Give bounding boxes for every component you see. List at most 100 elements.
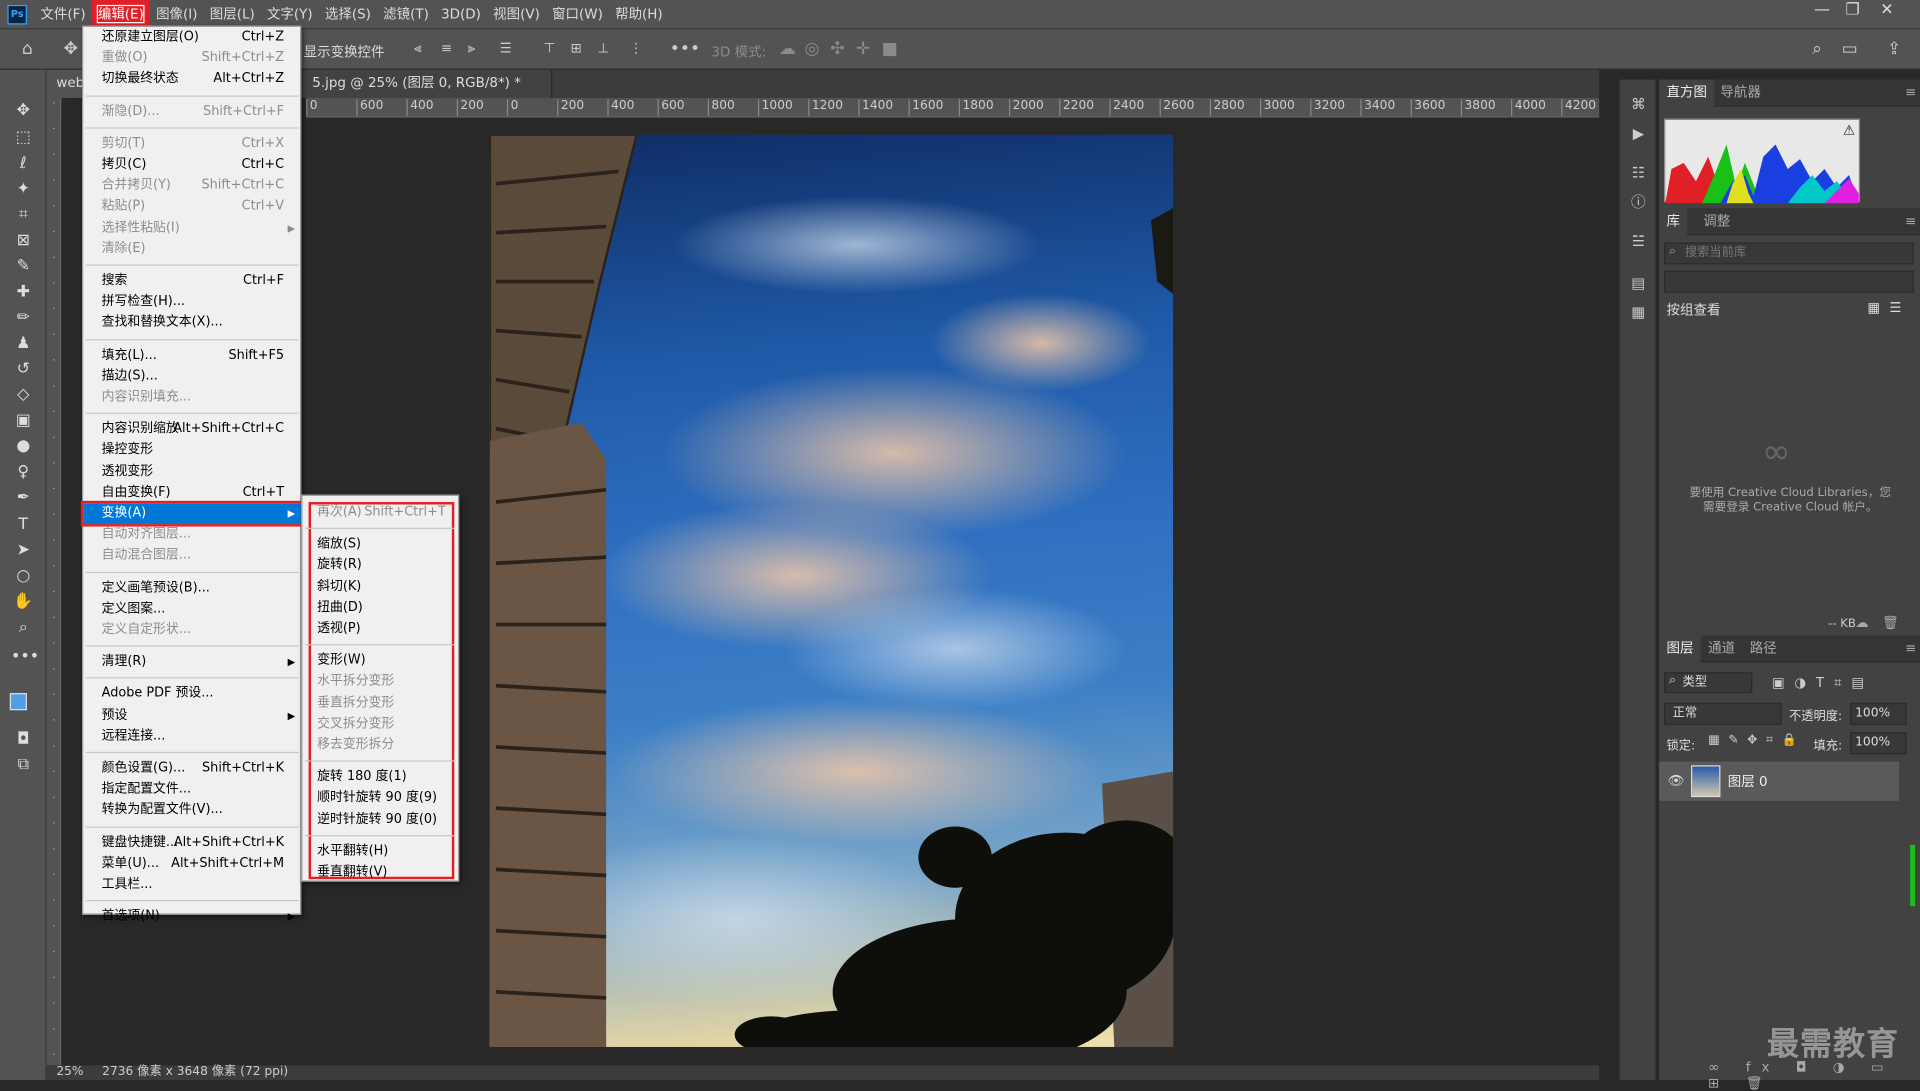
dodge-tool-icon[interactable]: ♀ xyxy=(11,460,35,484)
menu-select[interactable]: 选择(S) xyxy=(319,0,377,28)
align-bottom-icon[interactable]: ⊥ xyxy=(598,38,610,60)
zoom-tool-icon[interactable]: ⌕ xyxy=(11,616,35,640)
layer-row[interactable]: 👁 图层 0 xyxy=(1659,761,1900,801)
3d-pan-icon[interactable]: ✣ xyxy=(830,38,844,60)
share-icon[interactable]: ⇪ xyxy=(1887,38,1901,60)
maximize-button[interactable]: ❐ xyxy=(1837,0,1869,24)
screen-mode-icon[interactable]: ⧉ xyxy=(11,753,35,777)
notes-icon[interactable]: ▦ xyxy=(1629,302,1649,322)
menu-item[interactable]: 扭曲(D) xyxy=(302,597,458,618)
library-select[interactable] xyxy=(1664,270,1914,293)
menu-item[interactable]: 菜单(U)... Alt+Shift+Ctrl+M xyxy=(83,853,301,874)
3d-camera-icon[interactable]: ■ xyxy=(882,38,898,60)
menu-edit[interactable]: 编辑(E) xyxy=(91,0,150,29)
menu-item[interactable]: 透视(P) xyxy=(302,618,458,639)
menu-item[interactable]: 旋转(R) xyxy=(302,555,458,576)
menu-item[interactable]: 缩放(S) xyxy=(302,534,458,555)
menu-layer[interactable]: 图层(L) xyxy=(204,0,261,28)
hand-tool-icon[interactable]: ✋ xyxy=(11,590,35,614)
menu-item[interactable]: 工具栏... xyxy=(83,874,301,895)
gradient-icon[interactable]: ▣ xyxy=(11,409,35,433)
distribute-vertical-icon[interactable]: ⋮ xyxy=(629,38,642,60)
grid-view-icon[interactable]: ▦ xyxy=(1867,300,1880,316)
menu-item[interactable]: 变换(A) ▶ xyxy=(80,500,304,527)
menu-item[interactable]: Adobe PDF 预设... xyxy=(83,684,301,705)
menu-view[interactable]: 视图(V) xyxy=(487,0,546,28)
visibility-eye-icon[interactable]: 👁 xyxy=(1668,773,1685,789)
layer-filter-select[interactable]: 类型 xyxy=(1664,672,1753,694)
menu-item[interactable]: 键盘快捷键... Alt+Shift+Ctrl+K xyxy=(83,832,301,853)
search-icon[interactable]: ⌕ xyxy=(1812,38,1822,60)
panel-menu-icon[interactable]: ≡ xyxy=(1905,84,1916,100)
menu-item[interactable]: 查找和替换文本(X)... xyxy=(83,313,301,334)
menu-item[interactable]: 旋转 180 度(1) xyxy=(302,767,458,788)
show-transform-controls-label[interactable]: 显示变换控件 xyxy=(304,42,385,62)
eyedropper-icon[interactable]: ✎ xyxy=(11,255,35,279)
blur-tool-icon[interactable]: ● xyxy=(11,435,35,459)
align-middle-icon[interactable]: ⊞ xyxy=(571,38,582,60)
tab-adjustments[interactable]: 调整 xyxy=(1696,208,1738,235)
menu-item[interactable]: 指定配置文件... xyxy=(83,779,301,800)
menu-item[interactable]: 描边(S)... xyxy=(83,366,301,387)
3d-slide-icon[interactable]: ✛ xyxy=(856,38,870,60)
menu-item[interactable]: 首选项(N) ▶ xyxy=(83,906,301,927)
zoom-level[interactable]: 25% xyxy=(56,1065,83,1078)
history-icon[interactable]: ⌘ xyxy=(1629,94,1649,114)
menu-item[interactable]: 变形(W) xyxy=(302,650,458,671)
close-window-button[interactable]: ✕ xyxy=(1871,0,1903,24)
pen-tool-icon[interactable]: ✒ xyxy=(11,486,35,510)
trash-icon[interactable]: 🗑 xyxy=(1882,615,1899,631)
menu-item[interactable]: 水平翻转(H) xyxy=(302,841,458,862)
menu-item[interactable]: 转换为配置文件(V)... xyxy=(83,800,301,821)
menu-item[interactable]: 顺时针旋转 90 度(9) xyxy=(302,788,458,809)
menu-item[interactable]: 切换最终状态 Alt+Ctrl+Z xyxy=(83,69,301,90)
list-view-icon[interactable]: ☰ xyxy=(1889,300,1901,316)
scroll-indicator[interactable] xyxy=(1910,844,1916,907)
frame-tool-icon[interactable]: ⊠ xyxy=(11,229,35,253)
marquee-tool-icon[interactable]: ⬚ xyxy=(11,126,35,150)
stamp-tool-icon[interactable]: ♟ xyxy=(11,332,35,356)
menu-item[interactable]: 清理(R) ▶ xyxy=(83,652,301,673)
menu-type[interactable]: 文字(Y) xyxy=(261,0,319,28)
library-search-input[interactable]: 搜索当前库 xyxy=(1664,242,1914,265)
quick-mask-icon[interactable]: ◘ xyxy=(11,727,35,751)
tab-navigator[interactable]: 导航器 xyxy=(1713,80,1768,107)
edit-toolbar-icon[interactable]: ••• xyxy=(11,645,39,669)
align-left-icon[interactable]: ⫷ xyxy=(414,38,422,60)
actions-play-icon[interactable]: ▶ xyxy=(1629,124,1649,144)
menu-image[interactable]: 图像(I) xyxy=(150,0,204,28)
eraser-icon[interactable]: ◇ xyxy=(11,383,35,407)
path-selection-icon[interactable]: ➤ xyxy=(11,539,35,563)
workspace-icon[interactable]: ▭ xyxy=(1842,38,1858,60)
layer-filter-icons[interactable]: ▣◑T⌗▤ xyxy=(1772,675,1874,692)
align-center-icon[interactable]: ≡ xyxy=(441,38,452,60)
menu-item[interactable]: 填充(L)... Shift+F5 xyxy=(83,345,301,366)
tab-paths[interactable]: 路径 xyxy=(1742,636,1784,663)
menu-item[interactable]: 远程连接... xyxy=(83,726,301,747)
menu-item[interactable]: 透视变形 xyxy=(83,461,301,482)
properties-icon[interactable]: ☷ xyxy=(1629,163,1649,183)
menu-item[interactable]: 预设 ▶ xyxy=(83,705,301,726)
tab-active-document[interactable]: 5.jpg @ 25% (图层 0, RGB/8*) * × xyxy=(302,69,553,118)
menu-item[interactable]: 逆时针旋转 90 度(0) xyxy=(302,809,458,830)
menu-item[interactable]: 拷贝(C) Ctrl+C xyxy=(83,154,301,175)
opacity-input[interactable]: 100% xyxy=(1850,702,1907,725)
menu-item[interactable]: 斜切(K) xyxy=(302,576,458,597)
blend-mode-select[interactable]: 正常 xyxy=(1664,702,1782,725)
menu-item[interactable]: 垂直翻转(V) xyxy=(302,862,458,883)
tab-histogram[interactable]: 直方图 xyxy=(1659,79,1715,107)
menu-item[interactable]: 定义图案... xyxy=(83,599,301,620)
layer-name[interactable]: 图层 0 xyxy=(1728,771,1768,791)
lasso-tool-icon[interactable]: ℓ xyxy=(11,152,35,176)
menu-item[interactable]: 还原建立图层(O) Ctrl+Z xyxy=(83,27,301,48)
minimize-button[interactable]: — xyxy=(1806,0,1838,24)
home-icon[interactable]: ⌂ xyxy=(22,38,33,60)
info-icon[interactable]: ⓘ xyxy=(1629,192,1649,212)
menu-item[interactable]: 定义画笔预设(B)... xyxy=(83,577,301,598)
fill-input[interactable]: 100% xyxy=(1850,732,1907,755)
group-view-label[interactable]: 按组查看 xyxy=(1667,300,1721,320)
align-right-icon[interactable]: ⫸ xyxy=(468,38,476,60)
menu-item[interactable]: 颜色设置(G)... Shift+Ctrl+K xyxy=(83,758,301,779)
more-options-icon[interactable]: ••• xyxy=(670,38,700,60)
menu-help[interactable]: 帮助(H) xyxy=(609,0,669,28)
